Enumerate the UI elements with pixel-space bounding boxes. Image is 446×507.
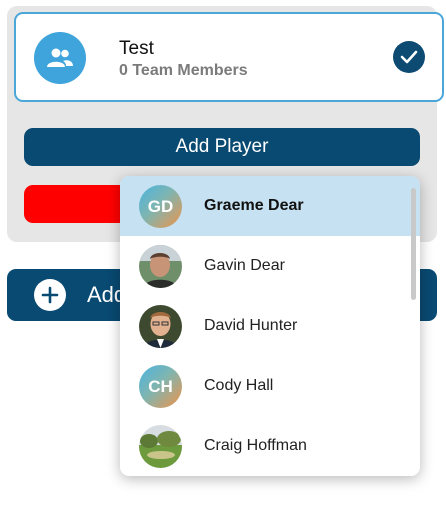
player-name: Graeme Dear [204,197,304,214]
add-player-button[interactable]: Add Player [24,128,420,166]
team-name: Test [119,38,154,59]
plus-icon [34,279,66,311]
dropdown-scrollbar[interactable] [411,188,416,300]
add-player-label: Add Player [175,136,269,157]
player-option[interactable]: Craig Hoffman [120,416,420,476]
check-icon[interactable] [393,41,425,73]
player-option[interactable]: CH Cody Hall [120,356,420,416]
avatar [139,425,182,468]
player-name: Cody Hall [204,377,274,394]
player-name: Gavin Dear [204,257,285,274]
avatar: CH [139,365,182,408]
team-member-count: 0 Team Members [119,62,248,79]
team-card[interactable]: Test 0 Team Members [14,12,444,102]
avatar: GD [139,185,182,228]
player-option[interactable]: GD Graeme Dear [120,176,420,236]
avatar [139,245,182,288]
player-option[interactable]: David Hunter [120,296,420,356]
avatar [139,305,182,348]
player-name: Craig Hoffman [204,437,307,454]
player-name: David Hunter [204,317,298,334]
player-option[interactable]: Gavin Dear [120,236,420,296]
team-users-icon [34,32,86,84]
player-dropdown[interactable]: GD Graeme Dear Gavin Dear David Hunter C… [120,176,420,476]
